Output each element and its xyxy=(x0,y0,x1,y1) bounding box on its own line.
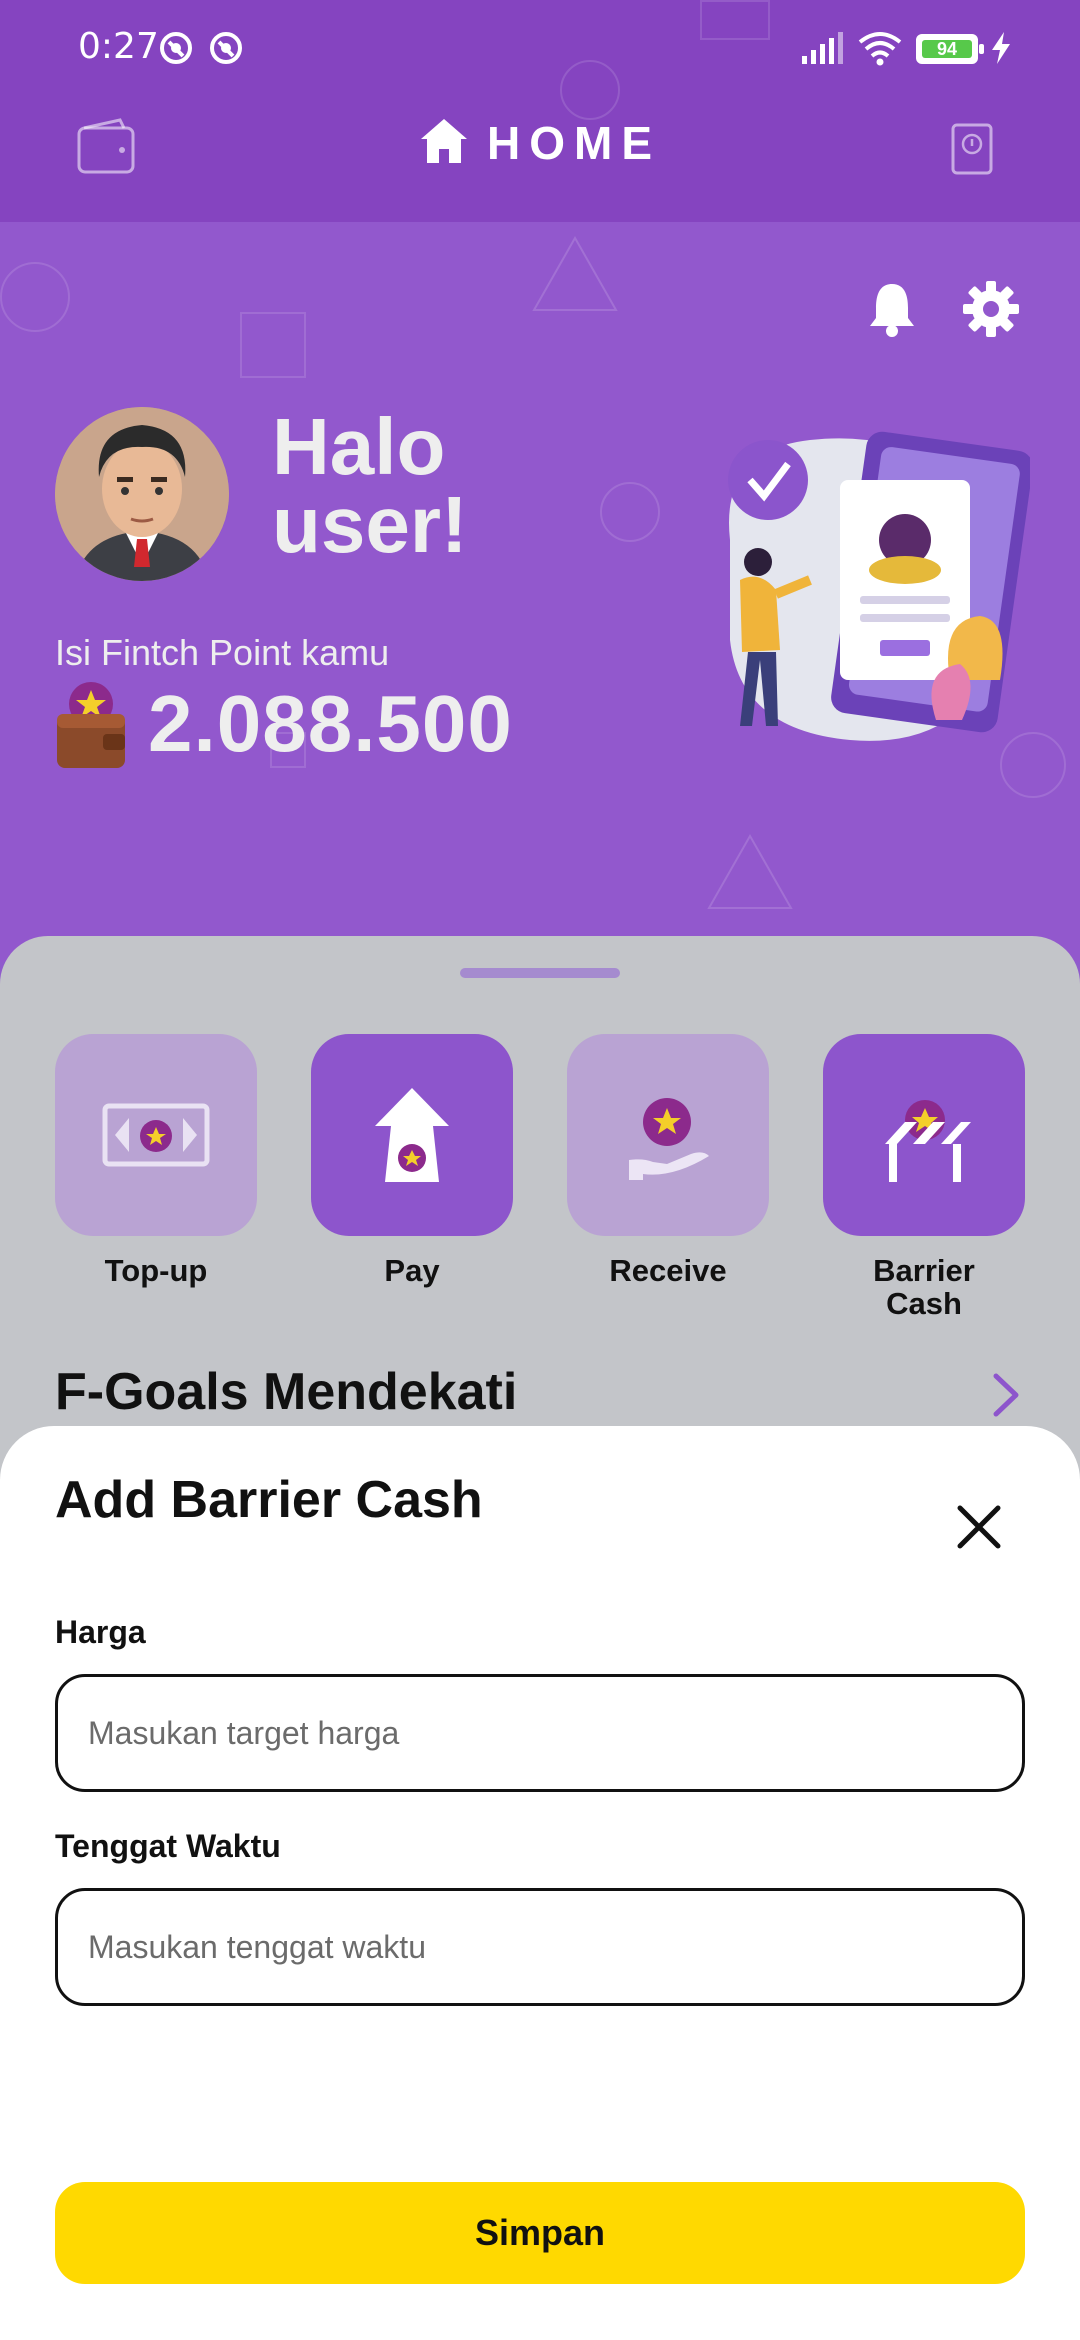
decoration xyxy=(707,833,793,909)
page-title-text: HOME xyxy=(487,117,661,169)
decoration xyxy=(532,235,618,311)
deadline-label: Tenggat Waktu xyxy=(55,1828,281,1864)
decoration xyxy=(0,262,70,332)
status-time: 0:27 xyxy=(78,26,159,67)
charging-icon xyxy=(992,32,1010,64)
status-bar: 0:27 94 xyxy=(0,0,1080,100)
price-label: Harga xyxy=(55,1614,146,1650)
barrier-cash-label-line-1: Barrier xyxy=(873,1253,975,1288)
page-title: HOME xyxy=(0,116,1080,170)
book-icon[interactable] xyxy=(950,122,994,176)
greeting-line-2: user! xyxy=(272,480,468,569)
chevron-right-icon[interactable] xyxy=(992,1372,1022,1418)
point-wallet-icon xyxy=(57,682,125,768)
top-up-button[interactable] xyxy=(55,1034,257,1236)
barrier-cash-button[interactable] xyxy=(823,1034,1025,1236)
wifi-icon xyxy=(858,32,902,66)
greeting-line-1: Halo xyxy=(272,402,446,491)
decoration xyxy=(240,312,306,378)
close-icon[interactable] xyxy=(950,1498,1008,1556)
battery-level: 94 xyxy=(922,40,972,58)
top-bar: 0:27 94 HOME xyxy=(0,0,1080,222)
top-up-label: Top-up xyxy=(104,1253,208,1288)
price-input[interactable] xyxy=(58,1677,1022,1789)
pay-label: Pay xyxy=(384,1253,440,1288)
point-balance: 2.088.500 xyxy=(148,679,513,768)
top-up-icon xyxy=(102,1103,210,1167)
gear-icon[interactable] xyxy=(962,280,1020,338)
home-icon xyxy=(421,119,467,163)
barrier-cash-label-line-2: Cash xyxy=(886,1286,962,1321)
signal-icon xyxy=(802,32,843,64)
notification-icon xyxy=(210,32,242,64)
pay-button[interactable] xyxy=(311,1034,513,1236)
battery-icon: 94 xyxy=(916,34,984,64)
decoration xyxy=(600,482,660,542)
pay-icon xyxy=(375,1088,449,1182)
price-field[interactable] xyxy=(55,1674,1025,1792)
greeting: Halo user! xyxy=(272,402,468,569)
receive-label: Receive xyxy=(609,1253,727,1288)
deadline-field[interactable] xyxy=(55,1888,1025,2006)
verification-illustration xyxy=(728,431,1030,741)
deadline-input[interactable] xyxy=(58,1891,1022,2003)
barrier-cash-label: Barrier Cash xyxy=(819,1254,1029,1320)
sheet-title: Add Barrier Cash xyxy=(55,1471,483,1529)
notification-icon xyxy=(160,32,192,64)
point-label: Isi Fintch Point kamu xyxy=(55,632,390,673)
receive-icon xyxy=(629,1098,709,1180)
avatar[interactable] xyxy=(55,407,229,581)
barrier-cash-icon xyxy=(885,1100,971,1182)
panel-drag-handle[interactable] xyxy=(460,968,620,978)
section-title: F-Goals Mendekati xyxy=(55,1363,518,1421)
bell-icon[interactable] xyxy=(868,280,916,338)
save-button[interactable]: Simpan xyxy=(55,2182,1025,2284)
receive-button[interactable] xyxy=(567,1034,769,1236)
avatar-illustration xyxy=(55,407,229,581)
